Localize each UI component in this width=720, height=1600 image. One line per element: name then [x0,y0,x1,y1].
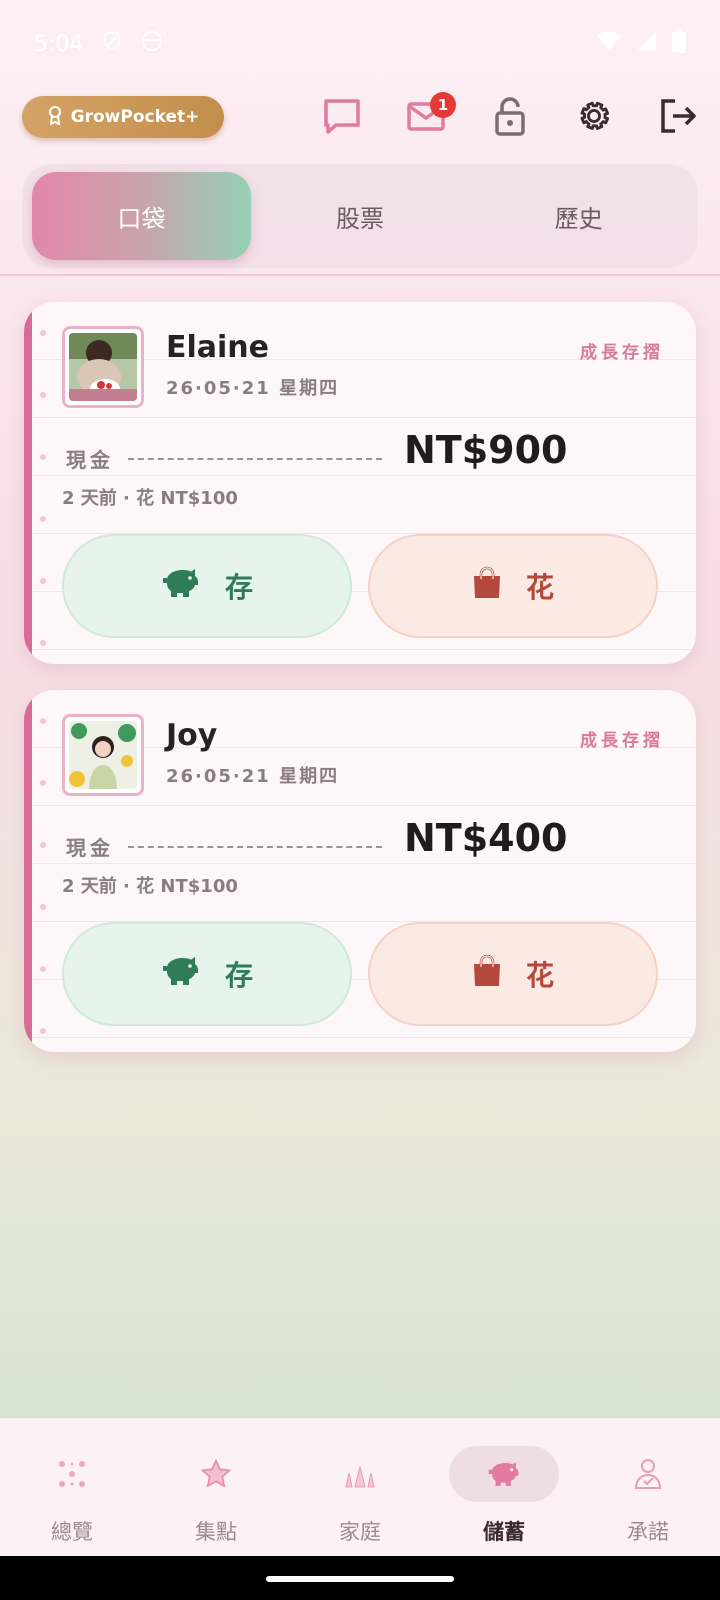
bottom-nav: 總覽 集點 家庭 儲蓄 承諾 [0,1418,720,1556]
gear-icon [575,97,613,139]
passbook-tag: 成長存摺 [580,343,664,363]
cash-label: 現金 [66,836,114,860]
promise-icon [593,1446,703,1502]
tab-history[interactable]: 歷史 [469,172,688,260]
home-indicator[interactable] [266,1576,454,1582]
deposit-label: 存 [224,959,253,992]
mail-button[interactable]: 1 [402,92,456,142]
piggy-bank-icon [449,1446,559,1502]
nav-item-savings[interactable]: 儲蓄 [432,1418,576,1556]
avatar-photo [69,721,137,789]
wifi-icon [596,30,622,58]
spend-label: 花 [525,959,554,992]
premium-label: GrowPocket+ [70,107,200,127]
recent-activity: 2 天前 · 花 NT$100 [62,876,238,897]
nav-item-promise[interactable]: 承諾 [576,1418,720,1556]
lock-open-icon [494,96,526,140]
recent-activity: 2 天前 · 花 NT$100 [62,488,238,509]
child-card-joy: Joy 26·05·21 星期四 成長存摺 現金 NT$400 2 天前 · 花… [24,690,696,1052]
chat-button[interactable] [318,94,366,142]
face-icon [141,30,163,58]
nav-label: 家庭 [339,1520,381,1544]
top-bar: GrowPocket+ 1 [0,90,720,160]
premium-badge-button[interactable]: GrowPocket+ [22,96,224,138]
tab-stocks[interactable]: 股票 [251,172,470,260]
dashed-leader [128,458,382,460]
child-card-elaine: Elaine 26·05·21 星期四 成長存摺 現金 NT$900 2 天前 … [24,302,696,664]
card-date: 26·05·21 星期四 [166,766,340,787]
spend-label: 花 [525,571,554,604]
nav-item-points[interactable]: 集點 [144,1418,288,1556]
tab-pocket[interactable]: 口袋 [32,172,251,260]
spine-dots [40,322,46,652]
ribbon-award-icon [47,105,63,130]
child-name: Elaine [166,330,270,365]
dashed-leader [128,846,382,848]
nav-label: 承諾 [627,1520,669,1544]
nav-label: 總覽 [51,1520,93,1544]
cell-signal-icon [636,30,658,58]
nav-item-overview[interactable]: 總覽 [0,1418,144,1556]
avatar-photo [69,333,137,401]
cash-label: 現金 [66,448,114,472]
lock-button[interactable] [486,94,534,142]
chat-bubble-icon [322,97,362,139]
nav-label: 儲蓄 [483,1520,525,1544]
shopping-bag-icon [472,954,502,995]
nav-item-family[interactable]: 家庭 [288,1418,432,1556]
child-name: Joy [166,718,218,753]
spend-button[interactable]: 花 [368,922,658,1026]
logout-icon [659,98,697,138]
card-spine [24,302,32,664]
shopping-bag-icon [472,566,502,607]
status-time: 5:04 [34,31,84,57]
family-icon [305,1446,415,1502]
mail-badge: 1 [430,92,456,118]
deposit-label: 存 [224,571,253,604]
settings-button[interactable] [570,94,618,142]
passbook-tag: 成長存摺 [580,731,664,751]
battery-icon [672,29,686,59]
nav-label: 集點 [195,1520,237,1544]
header-divider [0,274,720,276]
status-bar: 5:04 [0,0,720,88]
card-spine [24,690,32,1052]
logout-button[interactable] [654,94,702,142]
card-date: 26·05·21 星期四 [166,378,340,399]
tab-bar: 口袋 股票 歷史 [22,164,698,268]
deposit-button[interactable]: 存 [62,922,352,1026]
piggy-bank-icon [161,566,201,607]
avatar[interactable] [62,714,144,796]
spine-dots [40,710,46,1040]
spend-button[interactable]: 花 [368,534,658,638]
balance-amount: NT$900 [404,428,568,472]
avatar[interactable] [62,326,144,408]
star-icon [161,1446,271,1502]
balance-amount: NT$400 [404,816,568,860]
dots-grid-icon [17,1446,127,1502]
piggy-bank-icon [161,954,201,995]
shield-icon [101,30,123,58]
deposit-button[interactable]: 存 [62,534,352,638]
